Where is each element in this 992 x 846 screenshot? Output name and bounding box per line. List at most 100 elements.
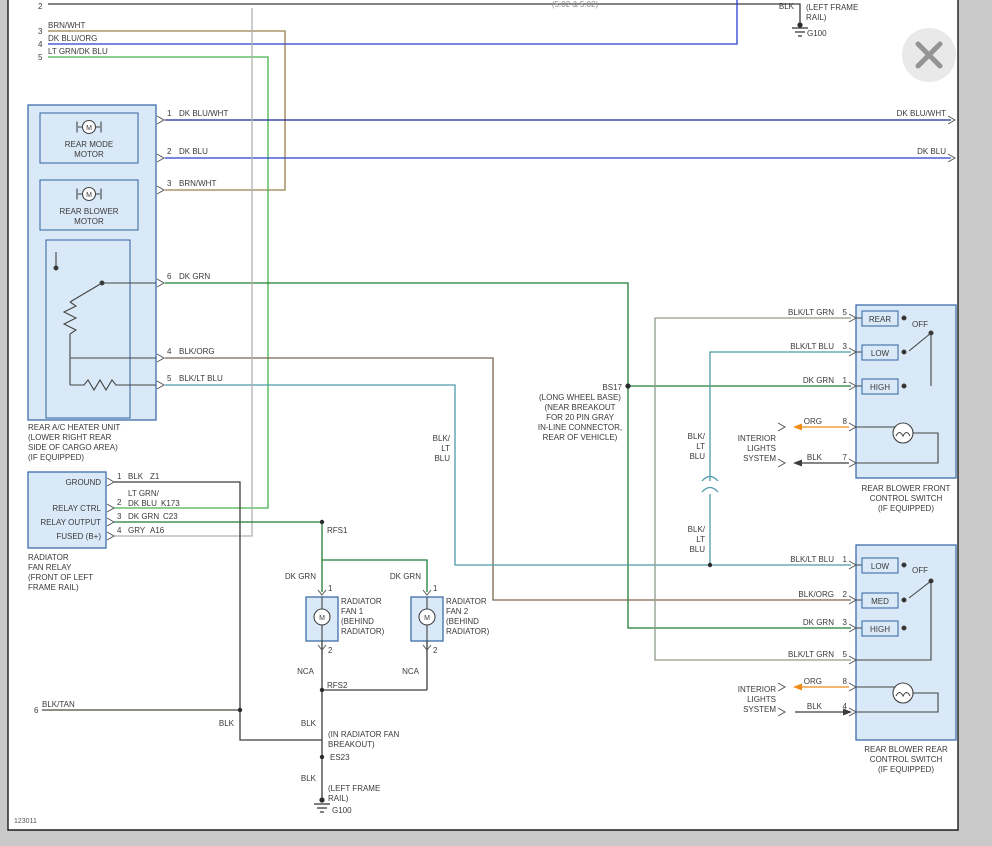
fan2-wire-label: DK GRN	[390, 572, 421, 581]
rear-r1-wire: BLK/LT BLU	[790, 555, 834, 564]
fan2-caption-4: RADIATOR)	[446, 627, 490, 636]
top-ground-id: G100	[807, 29, 827, 38]
front-r7-wire: BLK	[807, 453, 823, 462]
close-button[interactable]	[902, 28, 956, 82]
relay-pin3-wire: DK GRN	[128, 512, 159, 521]
bottom-ground-location-1: (LEFT FRAME	[328, 784, 380, 793]
rfs2-label: RFS2	[327, 681, 348, 690]
inline-label-b3: BLU	[689, 452, 705, 461]
rear-r8-num: 8	[843, 677, 848, 686]
relay-pin2-circuit: K173	[161, 499, 180, 508]
relay-terminal-ctrl: RELAY CTRL	[52, 504, 101, 513]
inline-label-a3: BLU	[434, 454, 450, 463]
wire6-number: 6	[34, 706, 39, 715]
inline-label-c3: BLU	[689, 545, 705, 554]
top-ground-location-2: RAIL)	[806, 13, 827, 22]
rear-r2-wire: BLK/ORG	[798, 590, 834, 599]
relay-terminal-fused: FUSED (B+)	[56, 532, 101, 541]
rear-r2-num: 2	[843, 590, 848, 599]
rear-pos-low: LOW	[871, 562, 890, 571]
fan2-caption-1: RADIATOR	[446, 597, 487, 606]
heater-pin1-num: 1	[167, 109, 172, 118]
fan1-caption-2: FAN 1	[341, 607, 364, 616]
fan1-pin-top: 1	[328, 584, 333, 593]
bs17-note-2: (NEAR BREAKOUT	[544, 403, 615, 412]
wire3-number: 3	[38, 27, 43, 36]
fan1-wire-label: DK GRN	[285, 572, 316, 581]
rear-pos-off: OFF	[912, 566, 928, 575]
wire4-label: DK BLU/ORG	[48, 34, 97, 43]
rear-r4-num: 4	[843, 702, 848, 711]
front-pos-high: HIGH	[870, 383, 890, 392]
relay-caption-1: RADIATOR	[28, 553, 69, 562]
front-pos-low: LOW	[871, 349, 890, 358]
front-r1-wire: DK GRN	[803, 376, 834, 385]
relay-pin1-num: 1	[117, 472, 122, 481]
rear-pos-high: HIGH	[870, 625, 890, 634]
heater-pin1-wire: DK BLU/WHT	[179, 109, 228, 118]
relay-caption-4: FRAME RAIL)	[28, 583, 79, 592]
front-switch-caption-3: (IF EQUIPPED)	[878, 504, 934, 513]
inline-label-b2: LT	[696, 442, 705, 451]
relay-pin2-wire-b: DK BLU	[128, 499, 157, 508]
splice-rfs1	[320, 520, 324, 524]
relay-pin3-circuit: C23	[163, 512, 178, 521]
rear-blower-rear-switch-box	[856, 545, 956, 740]
front-r5-wire: BLK/LT GRN	[788, 308, 834, 317]
inline-label-a1: BLK/	[433, 434, 451, 443]
mode-motor-label-1: REAR MODE	[65, 140, 113, 149]
rear-r8-wire: ORG	[804, 677, 822, 686]
fan-ground-blk-label-1: BLK	[301, 719, 317, 728]
fan2-nca: NCA	[402, 667, 420, 676]
front-switch-caption-2: CONTROL SWITCH	[870, 494, 943, 503]
mode-motor-label-2: MOTOR	[74, 150, 104, 159]
front-r8-wire: ORG	[804, 417, 822, 426]
wire2-number: 2	[38, 2, 43, 11]
bs17-note-4: IN-LINE CONNECTOR,	[538, 423, 622, 432]
rfs1-label: RFS1	[327, 526, 348, 535]
heater-pin4-num: 4	[167, 347, 172, 356]
rear-interior-1: INTERIOR	[738, 685, 776, 694]
front-interior-3: SYSTEM	[743, 454, 776, 463]
bs17-note-1: (LONG WHEEL BASE)	[539, 393, 621, 402]
relay-ground-blk-label: BLK	[219, 719, 235, 728]
fan2-caption-3: (BEHIND	[446, 617, 479, 626]
rear-switch-caption-2: CONTROL SWITCH	[870, 755, 943, 764]
relay-pin2-wire-a: LT GRN/	[128, 489, 160, 498]
fan2-caption-2: FAN 2	[446, 607, 469, 616]
rear-r4-wire: BLK	[807, 702, 823, 711]
wiring-diagram-page: 2 3 BRN/WHT 4 DK BLU/ORG 5 LT GRN/DK BLU…	[0, 0, 992, 846]
splice-teal-junction	[708, 563, 712, 567]
fan2-pin-bottom: 2	[433, 646, 438, 655]
relay-pin4-wire: GRY	[128, 526, 146, 535]
front-r1-num: 1	[843, 376, 848, 385]
front-interior-2: LIGHTS	[747, 444, 776, 453]
inline-label-b1: BLK/	[688, 432, 706, 441]
wire6-label: BLK/TAN	[42, 700, 75, 709]
heater-pin5-num: 5	[167, 374, 172, 383]
es23-label: ES23	[330, 753, 350, 762]
splice-rfs2	[320, 688, 324, 692]
relay-terminal-ground: GROUND	[65, 478, 101, 487]
fan1-caption-3: (BEHIND	[341, 617, 374, 626]
heater-pin6-num: 6	[167, 272, 172, 281]
wire3-label: BRN/WHT	[48, 21, 85, 30]
front-r3-wire: BLK/LT BLU	[790, 342, 834, 351]
rear-interior-2: LIGHTS	[747, 695, 776, 704]
breakout-note-1: (IN RADIATOR FAN	[328, 730, 399, 739]
mode-motor-m: M	[86, 125, 92, 132]
blower-motor-label-2: MOTOR	[74, 217, 104, 226]
heater-pin3-wire: BRN/WHT	[179, 179, 216, 188]
relay-pin1-circuit: Z1	[150, 472, 160, 481]
front-r5-num: 5	[843, 308, 848, 317]
relay-pin4-circuit: A16	[150, 526, 165, 535]
splice-bs17	[625, 383, 630, 388]
heater-pin4-wire: BLK/ORG	[179, 347, 215, 356]
front-r7-num: 7	[843, 453, 848, 462]
heater-caption-4: (IF EQUIPPED)	[28, 453, 84, 462]
diagram-code: 123011	[14, 818, 37, 825]
relay-caption-3: (FRONT OF LEFT	[28, 573, 93, 582]
relay-pin1-wire: BLK	[128, 472, 144, 481]
front-switch-caption-1: REAR BLOWER FRONT	[862, 484, 951, 493]
rear-r1-num: 1	[843, 555, 848, 564]
